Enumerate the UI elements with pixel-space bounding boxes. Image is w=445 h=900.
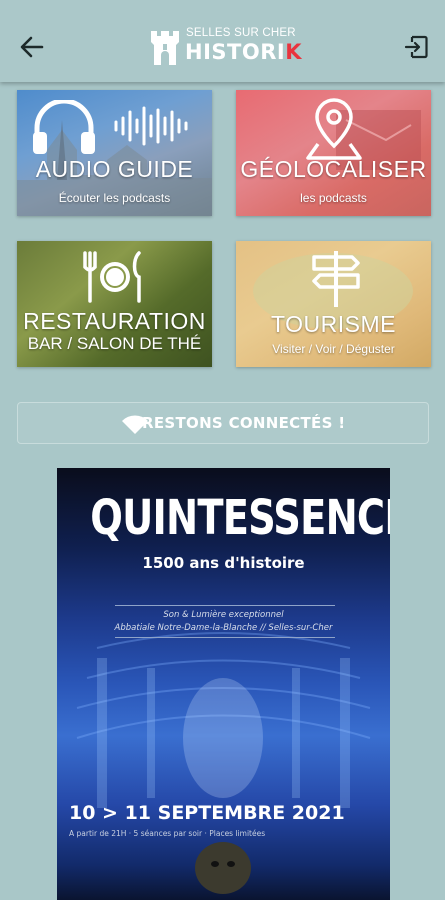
soundwave-icon [114,106,188,146]
tile-title: AUDIO GUIDE [35,156,194,182]
map-pin-icon [306,98,362,160]
logo-subtitle: SELLES SUR CHER [186,27,296,39]
event-poster[interactable]: QUINTESSENCE 1500 ans d'histoire Son & L… [57,468,390,900]
tile-subtitle: Visiter / Voir / Déguster [272,342,395,356]
back-button[interactable] [18,33,46,61]
tile-title: TOURISME [271,311,396,337]
poster-title: QUINTESSENCE [90,490,390,546]
exit-icon [404,35,428,59]
plate-cutlery-icon [83,251,141,303]
tile-subtitle: BAR / SALON DE THÉ [27,334,202,353]
stay-connected-button[interactable]: RESTONS CONNECTÉS ! [17,402,429,444]
poster-info: A partir de 21H · 5 séances par soir · P… [69,829,266,838]
poster-divider [115,605,335,606]
tile-title: GÉOLOCALISER [240,156,427,182]
arrow-left-icon [20,36,44,58]
poster-line-2: Abbatiale Notre-Dame-la-Blanche // Selle… [114,623,333,633]
tile-tourisme[interactable]: TOURISME Visiter / Voir / Déguster [236,241,431,367]
poster-line-1: Son & Lumière exceptionnel [163,610,284,620]
tile-title: RESTAURATION [23,308,206,334]
tile-subtitle: les podcasts [300,191,367,205]
headphones-icon [33,100,95,154]
exit-button[interactable] [403,34,429,60]
tile-audio-guide[interactable]: AUDIO GUIDE Écouter les podcasts [17,90,212,216]
app-header: SELLES SUR CHER HISTORIK [0,0,445,82]
tile-subtitle: Écouter les podcasts [58,191,171,205]
poster-divider [115,637,335,638]
poster-subtitle: 1500 ans d'histoire [142,554,305,572]
signpost-icon [312,251,360,307]
logo-title-accent: K [285,40,302,64]
logo-title: HISTORIK [185,40,302,64]
logo-title-main: HISTORI [185,40,286,64]
castle-tower-icon [151,31,179,65]
stay-connected-label: RESTONS CONNECTÉS ! [142,414,346,432]
tile-restauration[interactable]: RESTAURATION BAR / SALON DE THÉ [17,241,212,367]
tile-geolocaliser[interactable]: GÉOLOCALISER les podcasts [236,90,431,216]
app-logo: SELLES SUR CHER HISTORIK [148,27,308,69]
poster-date: 10 > 11 SEPTEMBRE 2021 [69,802,345,824]
